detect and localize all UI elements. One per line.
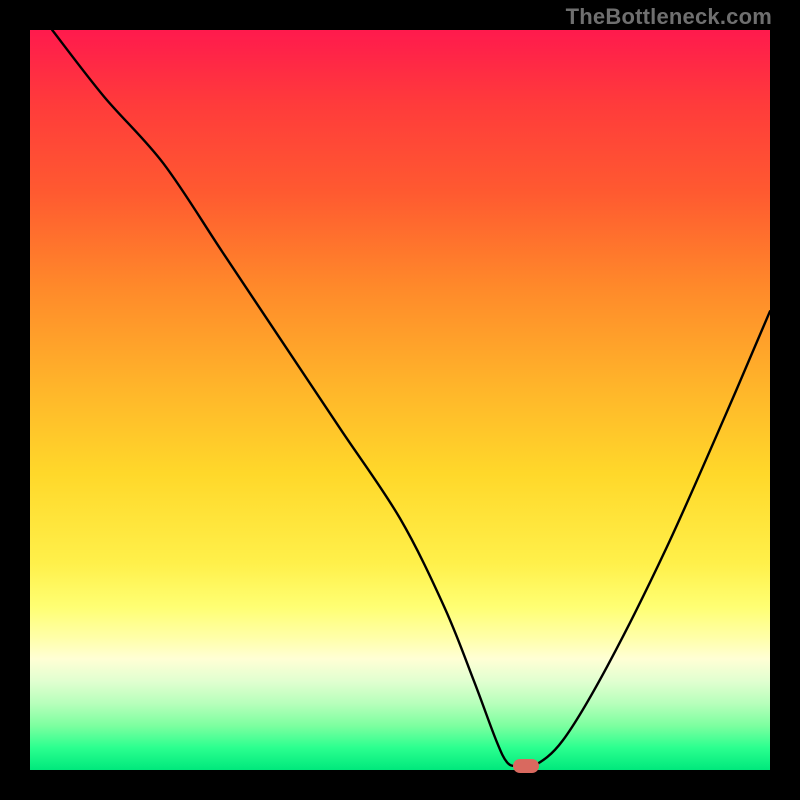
chart-frame: TheBottleneck.com [0, 0, 800, 800]
attribution-label: TheBottleneck.com [566, 4, 772, 30]
bottleneck-curve [30, 30, 770, 770]
optimal-marker [513, 759, 539, 773]
plot-area [30, 30, 770, 770]
